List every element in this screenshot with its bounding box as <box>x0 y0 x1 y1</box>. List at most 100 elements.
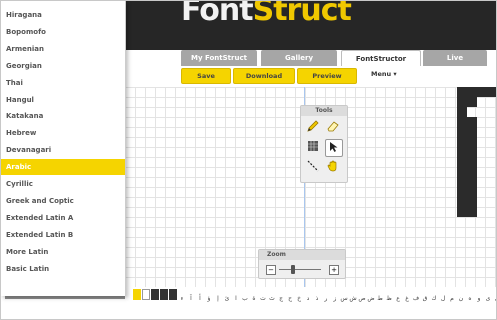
filled-brick <box>457 167 477 177</box>
font-editor: FontStruct My FontStruct Gallery FontStr… <box>125 0 496 319</box>
glyph-cell[interactable]: ﻙ <box>430 293 438 304</box>
script-option-cyrillic[interactable]: Cyrillic <box>1 176 125 192</box>
preview-button[interactable]: Preview <box>297 68 357 84</box>
glyph-cell[interactable]: ﻑ <box>412 293 420 304</box>
menu-dropdown[interactable]: Menu ▾ <box>371 70 397 78</box>
filled-brick <box>457 97 477 107</box>
download-button[interactable]: Download <box>233 68 295 84</box>
select-arrow-icon[interactable] <box>325 139 343 157</box>
filled-brick <box>457 127 477 137</box>
save-button[interactable]: Save <box>181 68 231 84</box>
filled-brick <box>457 147 477 157</box>
glyph-selector: ﺀﺁﺃﺅﺇﺉﺍﺏﺓﺕﺙﺝﺡﺥﺩﺫﺭﺯﺱﺵﺹﺽﻁﻅﻉﻍﻑﻕﻙﻝﻡﻥﻩﻭﻯﻱيىو <box>133 289 496 304</box>
tools-panel: Tools <box>300 105 348 183</box>
glyph-cell[interactable]: ﺇ <box>214 293 222 304</box>
glyph-cell[interactable]: ﺹ <box>358 293 366 304</box>
zoom-out-button[interactable]: − <box>266 265 276 275</box>
glyph-cell[interactable]: ﻭ <box>475 293 483 304</box>
script-option-georgian[interactable]: Georgian <box>1 58 125 74</box>
zoom-panel: Zoom − + <box>258 249 346 279</box>
script-option-extended-latin-b[interactable]: Extended Latin B <box>1 227 125 243</box>
zoom-title: Zoom <box>259 250 345 260</box>
glyph-cell[interactable]: ﻥ <box>457 293 465 304</box>
glyph-cell[interactable]: ﻯ <box>484 293 492 304</box>
glyph-cell[interactable]: ﺵ <box>349 293 357 304</box>
pencil-icon[interactable] <box>305 119 321 135</box>
glyph-cell[interactable]: ﺙ <box>268 293 276 304</box>
script-option-arabic[interactable]: Arabic <box>1 159 125 176</box>
glyph-cell[interactable]: ﺡ <box>286 293 294 304</box>
glyph-cell[interactable]: ﺥ <box>295 293 303 304</box>
zoom-in-button[interactable]: + <box>329 265 339 275</box>
glyph-cell[interactable]: ﻝ <box>439 293 447 304</box>
glyph-cell[interactable]: ﻩ <box>466 293 474 304</box>
filled-brick <box>457 137 477 147</box>
script-option-devanagari[interactable]: Devanagari <box>1 142 125 158</box>
tab-fontstructor[interactable]: FontStructor <box>341 50 421 67</box>
glyph-cell[interactable] <box>133 289 141 300</box>
glyph-cell[interactable] <box>169 289 177 300</box>
glyph-cell[interactable]: ﻡ <box>448 293 456 304</box>
script-option-hebrew[interactable]: Hebrew <box>1 125 125 141</box>
glyph-cell[interactable]: ﺕ <box>259 293 267 304</box>
glyph-cell[interactable]: ﺍ <box>232 293 240 304</box>
script-select-menu: Hiragana Bopomofo Armenian Georgian Thai Hang… <box>1 1 126 296</box>
logo-font: Font <box>181 0 254 28</box>
hand-icon[interactable] <box>325 159 341 175</box>
glyph-cell[interactable]: ﻉ <box>394 293 402 304</box>
glyph-cell[interactable]: ﺫ <box>313 293 321 304</box>
fontstruct-logo[interactable]: FontStruct <box>181 0 352 28</box>
script-option-hiragana[interactable]: Hiragana <box>1 7 125 23</box>
script-option-hangul[interactable]: Hangul <box>1 92 125 108</box>
glyph-cell[interactable]: ﺉ <box>223 293 231 304</box>
eraser-icon[interactable] <box>325 119 341 135</box>
glyph-cell[interactable]: ﺯ <box>331 293 339 304</box>
filled-brick <box>457 177 477 187</box>
logo-struct: Struct <box>252 0 352 28</box>
glyph-cell[interactable] <box>142 289 150 300</box>
glyph-cell[interactable]: ﺩ <box>304 293 312 304</box>
glyph-cell[interactable]: ﺝ <box>277 293 285 304</box>
script-option-extended-latin-a[interactable]: Extended Latin A <box>1 210 125 226</box>
filled-brick <box>457 117 477 127</box>
zoom-slider-track[interactable] <box>279 269 321 270</box>
app-header: FontStruct <box>125 0 496 50</box>
glyph-cell[interactable]: ﻅ <box>385 293 393 304</box>
zoom-slider-thumb[interactable] <box>291 265 295 274</box>
script-option-bopomofo[interactable]: Bopomofo <box>1 24 125 40</box>
filled-brick <box>457 197 477 207</box>
script-option-more-latin[interactable]: More Latin <box>1 244 125 260</box>
script-option-katakana[interactable]: Katakana <box>1 108 125 124</box>
glyph-cell[interactable]: ﺱ <box>340 293 348 304</box>
filled-brick <box>457 87 477 97</box>
script-option-basic-latin[interactable]: Basic Latin <box>1 261 125 277</box>
line-icon[interactable] <box>305 159 321 175</box>
glyph-cell[interactable]: ﻍ <box>403 293 411 304</box>
tools-title: Tools <box>301 106 347 116</box>
script-option-greek-and-coptic[interactable]: Greek and Coptic <box>1 193 125 209</box>
glyph-cell[interactable] <box>160 289 168 300</box>
glyph-cell[interactable]: ﺃ <box>196 293 204 304</box>
app-frame: FontStruct My FontStruct Gallery FontStr… <box>0 0 497 320</box>
glyph-cell[interactable] <box>151 289 159 300</box>
glyph-cell[interactable]: ﺏ <box>241 293 249 304</box>
glyph-cell[interactable]: ﺁ <box>187 293 195 304</box>
filled-brick <box>457 107 467 117</box>
filled-brick <box>477 87 496 97</box>
glyph-cell[interactable]: ﺀ <box>178 293 186 304</box>
script-option-thai[interactable]: Thai <box>1 75 125 91</box>
filled-brick <box>457 157 477 167</box>
glyph-cell[interactable]: ﺅ <box>205 293 213 304</box>
filled-brick <box>457 207 477 217</box>
tab-live[interactable]: Live <box>423 50 487 66</box>
script-option-armenian[interactable]: Armenian <box>1 41 125 57</box>
glyph-cell[interactable]: ﺽ <box>367 293 375 304</box>
glyph-cell[interactable]: ﻕ <box>421 293 429 304</box>
grid-fill-icon[interactable] <box>305 139 321 155</box>
glyph-cell[interactable]: ﻱ <box>493 293 496 304</box>
glyph-cell[interactable]: ﻁ <box>376 293 384 304</box>
glyph-cell[interactable]: ﺓ <box>250 293 258 304</box>
tab-my-fontstruct[interactable]: My FontStruct <box>181 50 257 66</box>
glyph-cell[interactable]: ﺭ <box>322 293 330 304</box>
tab-gallery[interactable]: Gallery <box>261 50 337 66</box>
